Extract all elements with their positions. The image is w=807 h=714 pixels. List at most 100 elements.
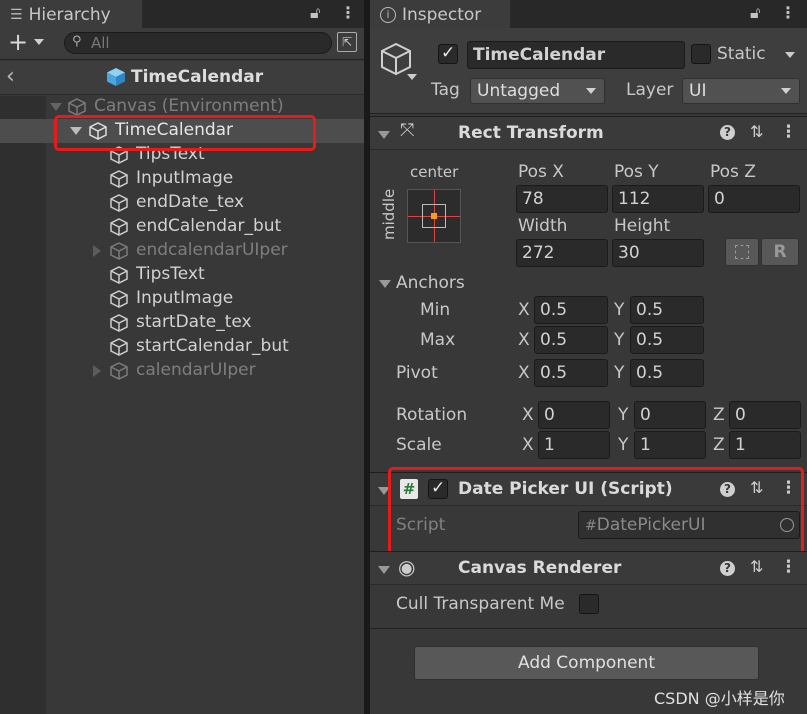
pos-y-field[interactable]: 112 [612, 185, 704, 213]
gameobject-icon [110, 194, 128, 212]
chevron-down-icon[interactable] [34, 39, 44, 45]
min-y-field[interactable]: 0.5 [630, 296, 704, 324]
object-picker-icon[interactable] [780, 518, 794, 532]
gameobject-icon [110, 266, 128, 284]
more-icon[interactable]: ⋮ [780, 557, 797, 577]
tree-item-label: endDate_tex [136, 192, 245, 212]
tree-item-label: startCalendar_but [136, 336, 289, 356]
back-icon[interactable]: ‹ [6, 64, 15, 89]
rect-transform-header[interactable]: ⤧ Rect Transform ? ⇅ ⋮ [370, 116, 807, 150]
scale-label: Scale [396, 435, 442, 455]
width-field[interactable]: 272 [516, 239, 608, 267]
max-x-field[interactable]: 0.5 [534, 326, 608, 354]
more-icon[interactable]: ⋮ [780, 122, 797, 142]
search-placeholder: All [91, 34, 110, 52]
scale-y-label: Y [618, 435, 629, 455]
tree-item-label: InputImage [136, 168, 234, 188]
add-icon[interactable]: + [8, 28, 28, 56]
lock-icon[interactable]: 🔓︎ [750, 5, 760, 21]
pivot-y-field[interactable]: 0.5 [630, 359, 704, 387]
date-picker-script-header[interactable]: # Date Picker UI (Script) ? ⇅ ⋮ [370, 472, 807, 506]
tree-item-enddate[interactable]: endDate_tex [0, 191, 364, 215]
layer-value: UI [689, 81, 707, 101]
more-icon[interactable]: ⋮ [780, 5, 796, 21]
tree-item-startcalendar-but[interactable]: startCalendar_but [0, 335, 364, 359]
preset-icon[interactable]: ⇅ [750, 478, 763, 497]
height-field[interactable]: 30 [612, 239, 704, 267]
lock-icon[interactable]: 🔓︎ [310, 5, 320, 21]
gameobject-large-icon[interactable] [379, 42, 413, 76]
object-name-field[interactable]: TimeCalendar [467, 41, 685, 69]
expand-arrow-icon[interactable] [93, 365, 101, 377]
gameobject-icon [110, 170, 128, 188]
canvas-renderer-header[interactable]: ◉ Canvas Renderer ? ⇅ ⋮ [370, 551, 807, 585]
tag-dropdown[interactable]: Untagged [470, 78, 605, 104]
preset-icon[interactable]: ⇅ [750, 557, 763, 576]
tree-item-inputimage-2[interactable]: InputImage [0, 287, 364, 311]
pos-y-label: Pos Y [614, 162, 659, 182]
rot-y-field[interactable]: 0 [634, 401, 706, 429]
search-input[interactable]: ⚲ All [64, 32, 332, 54]
max-label: Max [420, 330, 456, 350]
tree-item-label: endcalendarUIper [136, 240, 288, 260]
expand-arrow-icon[interactable] [70, 127, 82, 135]
anchor-preset-button[interactable] [407, 189, 461, 243]
help-icon[interactable]: ? [720, 125, 735, 140]
foldout-arrow-icon[interactable] [378, 131, 390, 139]
icon-dropdown-icon[interactable] [407, 74, 417, 80]
rot-x-field[interactable]: 0 [538, 401, 610, 429]
cull-transparent-checkbox[interactable] [579, 594, 599, 614]
static-checkbox[interactable] [691, 44, 711, 64]
scale-z-field[interactable]: 1 [729, 431, 801, 459]
tree-item-label: startDate_tex [136, 312, 252, 332]
tree-item-tipstext[interactable]: TipsText [0, 143, 364, 167]
expand-icon[interactable]: ⇱ [337, 32, 357, 52]
scale-x-field[interactable]: 1 [538, 431, 610, 459]
rot-z-field[interactable]: 0 [729, 401, 801, 429]
tree-item-endcalendar-but[interactable]: endCalendar_but [0, 215, 364, 239]
static-dropdown-icon[interactable] [785, 52, 795, 58]
tree-item-inputimage[interactable]: InputImage [0, 167, 364, 191]
gameobject-icon [110, 242, 128, 260]
script-enabled-checkbox[interactable] [428, 478, 448, 499]
min-y-label: Y [614, 300, 625, 320]
inspector-tab[interactable]: i Inspector [370, 0, 510, 28]
active-checkbox[interactable] [438, 43, 458, 64]
max-y-field[interactable]: 0.5 [630, 326, 704, 354]
tree-item-timecalendar[interactable]: TimeCalendar [0, 119, 364, 143]
anchors-label: Anchors [396, 273, 465, 293]
help-icon[interactable]: ? [720, 482, 735, 497]
foldout-arrow-icon[interactable] [378, 566, 390, 574]
more-icon[interactable]: ⋮ [340, 5, 356, 21]
add-component-button[interactable]: Add Component [414, 646, 759, 680]
help-icon[interactable]: ? [720, 561, 735, 576]
tree-item-calendaruiper[interactable]: calendarUIper [0, 359, 364, 383]
more-icon[interactable]: ⋮ [780, 478, 797, 498]
script-hash-small-icon: # [585, 518, 597, 534]
pivot-x-field[interactable]: 0.5 [534, 359, 608, 387]
raw-edit-button[interactable]: R [761, 238, 799, 266]
hierarchy-tab[interactable]: ☰ Hierarchy [0, 0, 142, 28]
min-x-label: X [518, 300, 530, 320]
rect-transform-icon: ⤧ [400, 120, 415, 141]
pos-z-field[interactable]: 0 [708, 185, 800, 213]
script-label: Script [396, 515, 446, 535]
blueprint-mode-button[interactable] [725, 238, 759, 266]
script-object-field: #DatePickerUI [578, 511, 800, 539]
pos-x-field[interactable]: 78 [516, 185, 608, 213]
tree-item-startdate[interactable]: startDate_tex [0, 311, 364, 335]
tree-item-tipstext-2[interactable]: TipsText [0, 263, 364, 287]
preset-icon[interactable]: ⇅ [750, 122, 763, 141]
scale-y-field[interactable]: 1 [634, 431, 706, 459]
layer-dropdown[interactable]: UI [682, 78, 800, 104]
gameobject-icon [110, 146, 128, 164]
min-x-field[interactable]: 0.5 [534, 296, 608, 324]
expand-arrow-icon[interactable] [50, 103, 62, 111]
gameobject-icon [110, 338, 128, 356]
tree-item-canvas[interactable]: Canvas (Environment) [0, 95, 364, 119]
foldout-arrow-icon[interactable] [378, 487, 390, 495]
tree-item-endcalendaruiper[interactable]: endcalendarUIper [0, 239, 364, 263]
anchors-foldout-icon[interactable] [379, 280, 391, 288]
inspector-divider [370, 628, 807, 629]
expand-arrow-icon[interactable] [93, 245, 101, 257]
